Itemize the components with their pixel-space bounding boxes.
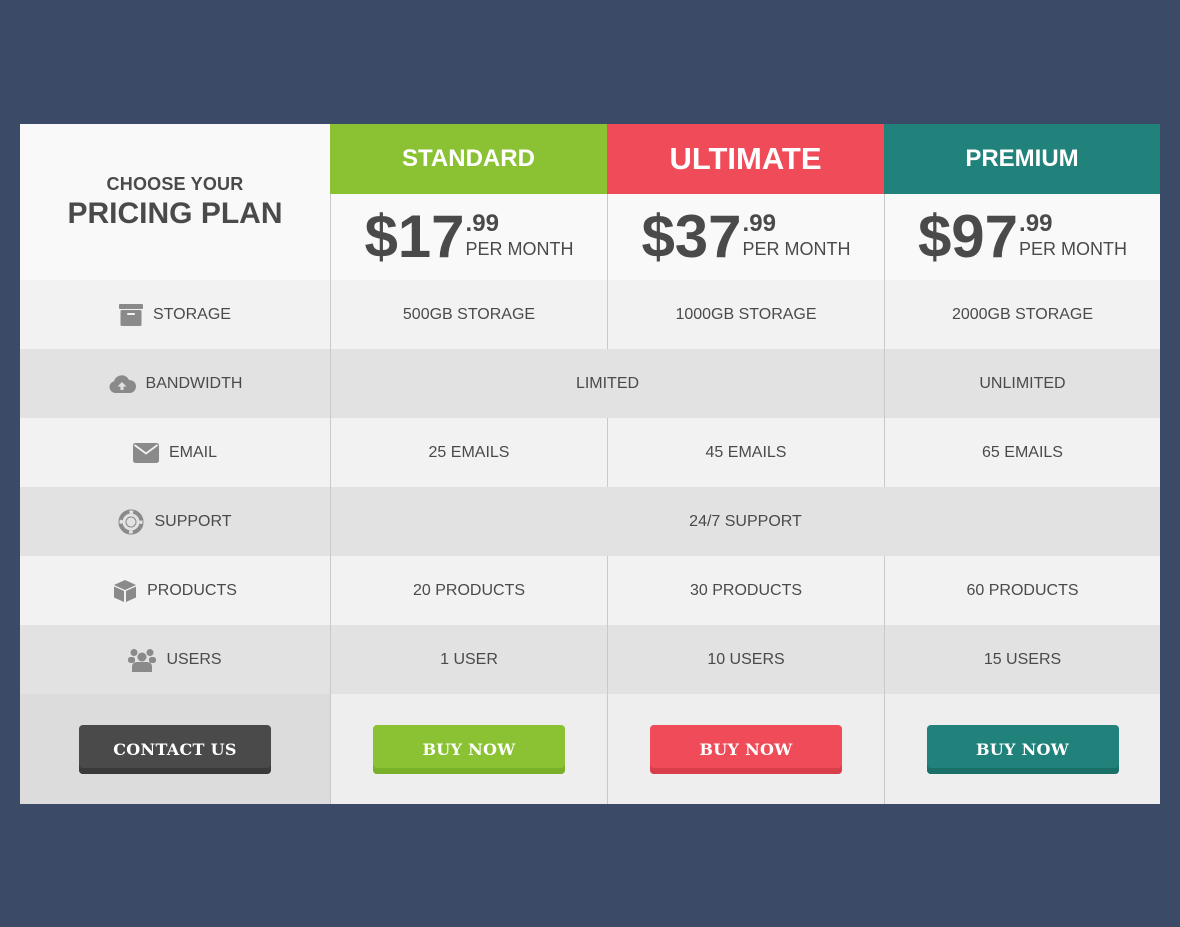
price-period: PER MONTH <box>465 239 574 259</box>
feature-label: SUPPORT <box>154 512 232 530</box>
feature-bandwidth: BANDWIDTH <box>20 349 330 418</box>
price-standard: $17 .99 PER MONTH <box>330 194 607 280</box>
buy-now-premium-button[interactable]: BUY NOW <box>926 724 1119 774</box>
price-amount: $97 <box>917 203 1019 270</box>
pricing-title-block: CHOOSE YOUR PRICING PLAN <box>20 124 330 280</box>
users-premium: 15 USERS <box>884 625 1160 694</box>
bandwidth-standard-ultimate: LIMITED <box>330 349 884 418</box>
envelope-icon <box>132 442 159 463</box>
users-ultimate: 10 USERS <box>607 625 884 694</box>
feature-storage: STORAGE <box>20 280 330 349</box>
price-cents: .99 <box>742 210 776 237</box>
feature-products: PRODUCTS <box>20 556 330 625</box>
storage-premium: 2000GB STORAGE <box>884 280 1160 349</box>
pricing-table: CHOOSE YOUR PRICING PLAN STANDARD ULTIMA… <box>20 124 1160 804</box>
buy-cell-ultimate: BUY NOW <box>607 694 884 804</box>
feature-label: USERS <box>166 650 222 668</box>
feature-label: STORAGE <box>153 305 231 323</box>
email-standard: 25 EMAILS <box>330 418 607 487</box>
contact-us-button[interactable]: CONTACT US <box>79 724 271 774</box>
price-period: PER MONTH <box>1019 239 1128 259</box>
plan-header-premium: PREMIUM <box>884 124 1160 194</box>
price-amount: $17 <box>364 203 465 270</box>
feature-users: USERS <box>20 625 330 694</box>
cloud-upload-icon <box>108 374 136 394</box>
buy-now-ultimate-button[interactable]: BUY NOW <box>650 724 842 774</box>
contact-cell: CONTACT US <box>20 694 330 804</box>
products-ultimate: 30 PRODUCTS <box>607 556 884 625</box>
users-standard: 1 USER <box>330 625 607 694</box>
buy-cell-standard: BUY NOW <box>330 694 607 804</box>
cube-icon <box>113 579 137 603</box>
price-ultimate: $37 .99 PER MONTH <box>607 194 884 280</box>
support-all-plans: 24/7 SUPPORT <box>330 487 1160 556</box>
storage-standard: 500GB STORAGE <box>330 280 607 349</box>
price-period: PER MONTH <box>742 239 851 259</box>
feature-support: SUPPORT <box>20 487 330 556</box>
storage-ultimate: 1000GB STORAGE <box>607 280 884 349</box>
archive-icon <box>119 303 144 326</box>
feature-label: EMAIL <box>168 443 217 461</box>
bandwidth-premium: UNLIMITED <box>884 349 1160 418</box>
email-ultimate: 45 EMAILS <box>607 418 884 487</box>
feature-email: EMAIL <box>20 418 330 487</box>
title-line-2: PRICING PLAN <box>67 196 283 230</box>
price-cents: .99 <box>1019 210 1053 237</box>
users-icon <box>128 648 157 672</box>
price-cents: .99 <box>465 210 499 237</box>
buy-cell-premium: BUY NOW <box>884 694 1160 804</box>
products-standard: 20 PRODUCTS <box>330 556 607 625</box>
products-premium: 60 PRODUCTS <box>884 556 1160 625</box>
buy-now-standard-button[interactable]: BUY NOW <box>373 724 565 774</box>
price-amount: $37 <box>641 203 742 270</box>
feature-label: BANDWIDTH <box>145 374 243 392</box>
plan-header-standard: STANDARD <box>330 124 607 194</box>
title-line-1: CHOOSE YOUR <box>106 173 244 194</box>
email-premium: 65 EMAILS <box>884 418 1160 487</box>
plan-header-ultimate: ULTIMATE <box>607 124 884 194</box>
price-premium: $97 .99 PER MONTH <box>884 194 1160 280</box>
lifebuoy-icon <box>118 509 144 535</box>
feature-label: PRODUCTS <box>147 581 237 599</box>
